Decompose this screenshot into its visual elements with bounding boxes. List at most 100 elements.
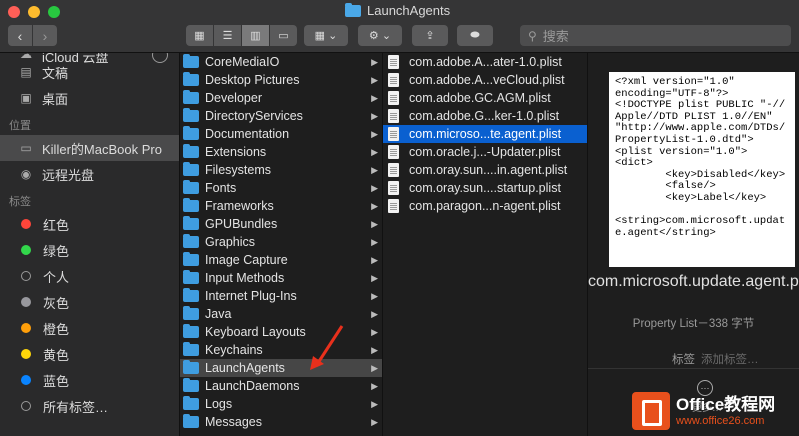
sidebar-tag-all[interactable]: 所有标签… [0,393,179,419]
plist-file-icon [388,181,399,195]
list-view-button[interactable]: ☰ [214,25,241,46]
minimize-button[interactable] [28,6,40,18]
group-button[interactable]: ▦ ⌄ [304,25,348,46]
tags-label: 标签 [672,354,695,366]
file-row[interactable]: com.microso...te.agent.plist [383,125,587,143]
forward-button[interactable]: › [33,25,57,46]
plist-file-icon [388,91,399,105]
folder-row[interactable]: Keyboard Layouts ▶ [180,323,382,341]
back-button[interactable]: ‹ [8,25,32,46]
sidebar-item-icloud[interactable]: ☁ iCloud 云盘 [0,53,179,65]
cloud-icon: ☁ [20,53,32,61]
folder-row[interactable]: Java ▶ [180,305,382,323]
folder-row[interactable]: Messages ▶ [180,413,382,431]
sidebar-item-remote-disc[interactable]: ◉ 远程光盘 [0,161,179,187]
folder-row[interactable]: Developer ▶ [180,89,382,107]
folder-row[interactable]: CoreMediaIO ▶ [180,53,382,71]
folder-row[interactable]: Keychains ▶ [180,341,382,359]
folder-icon [183,180,199,194]
chevron-right-icon: ▶ [371,182,378,193]
folder-icon [183,144,199,158]
sidebar-item-label: 远程光盘 [42,167,95,183]
chevron-right-icon: ▶ [371,128,378,139]
folder-row[interactable]: Extensions ▶ [180,143,382,161]
folder-name: Image Capture [205,253,288,267]
tag-button[interactable]: ⬬ [457,25,493,46]
plist-file-icon [388,199,399,213]
folder-row[interactable]: Internet Plug-Ins ▶ [180,287,382,305]
sidebar-tag-personal[interactable]: 个人 [0,263,179,289]
file-row[interactable]: com.oracle.j...-Updater.plist [383,143,587,161]
blue-tag-dot-icon [21,375,31,385]
plist-file-icon [388,55,399,69]
folder-row[interactable]: DirectoryServices ▶ [180,107,382,125]
folder-row[interactable]: Logs ▶ [180,395,382,413]
chevron-right-icon: ▶ [371,200,378,211]
folder-row[interactable]: Frameworks ▶ [180,197,382,215]
column-view-button[interactable]: ▥ [242,25,269,46]
sidebar-tag-green[interactable]: 绿色 [0,237,179,263]
title-bar: LaunchAgents ‹ › ▦ ☰ ▥ ▭ ▦ ⌄ ⚙ ⌄ ⇪ ⬬ ⚲ 搜… [0,0,799,53]
folder-icon [183,324,199,338]
divider [588,368,799,369]
file-row[interactable]: com.oray.sun....in.agent.plist [383,161,587,179]
list-icon: ☰ [222,30,233,42]
plist-file-icon [388,73,399,87]
file-row[interactable]: com.oray.sun....startup.plist [383,179,587,197]
gallery-view-button[interactable]: ▭ [270,25,297,46]
plist-file-icon [388,109,399,123]
sidebar-item-macbook[interactable]: ▭ Killer的MacBook Pro [0,135,179,161]
sidebar-tag-orange[interactable]: 橙色 [0,315,179,341]
search-field[interactable]: ⚲ 搜索 [520,25,791,46]
folder-name: Keychains [205,343,263,357]
sidebar-tag-yellow[interactable]: 黄色 [0,341,179,367]
file-row[interactable]: com.adobe.A...ater-1.0.plist [383,53,587,71]
folder-row[interactable]: LaunchAgents ▶ [180,359,382,377]
preview-file-name: com.microsoft.update.agent.plist [588,273,799,290]
chevron-right-icon: ▶ [371,218,378,229]
icon-view-button[interactable]: ▦ [186,25,213,46]
chevron-right-icon: ▶ [371,236,378,247]
folder-row[interactable]: Input Methods ▶ [180,269,382,287]
sidebar-item-label: 文稿 [42,65,69,81]
view-mode-control: ▦ ☰ ▥ ▭ [186,25,298,46]
folder-icon [183,234,199,248]
sidebar-tag-blue[interactable]: 蓝色 [0,367,179,393]
search-icon: ⚲ [528,28,537,43]
chevron-right-icon: ▶ [371,416,378,427]
watermark-url: www.office26.com [676,414,765,427]
add-tags-field[interactable]: 添加标签… [701,354,759,366]
file-row[interactable]: com.paragon...n-agent.plist [383,197,587,215]
folder-row[interactable]: Documentation ▶ [180,125,382,143]
file-row[interactable]: com.adobe.G...ker-1.0.plist [383,107,587,125]
folder-row[interactable]: Graphics ▶ [180,233,382,251]
close-button[interactable] [8,6,20,18]
sidebar-tag-gray[interactable]: 灰色 [0,289,179,315]
all-tags-icon [21,401,31,411]
folder-name: Keyboard Layouts [205,325,306,339]
chevron-right-icon: ▶ [371,272,378,283]
folder-icon [183,252,199,266]
gallery-icon: ▭ [278,30,289,42]
file-name: com.oray.sun....startup.plist [409,181,561,195]
file-row[interactable]: com.adobe.A...veCloud.plist [383,71,587,89]
folder-row[interactable]: Filesystems ▶ [180,161,382,179]
desktop-icon: ▣ [20,91,32,105]
grid-icon: ▦ [194,30,205,42]
folder-row[interactable]: Image Capture ▶ [180,251,382,269]
share-button[interactable]: ⇪ [412,25,448,46]
folder-row[interactable]: Desktop Pictures ▶ [180,71,382,89]
sidebar-item-desktop[interactable]: ▣ 桌面 [0,85,179,111]
zoom-button[interactable] [48,6,60,18]
office-logo-icon [632,392,670,430]
folder-icon [183,162,199,176]
action-button[interactable]: ⚙ ⌄ [358,25,402,46]
window-title: LaunchAgents [345,2,450,18]
folder-row[interactable]: GPUBundles ▶ [180,215,382,233]
sidebar-tag-red[interactable]: 红色 [0,211,179,237]
folder-row[interactable]: LaunchDaemons ▶ [180,377,382,395]
empty-tag-dot-icon [21,271,31,281]
folder-row[interactable]: Fonts ▶ [180,179,382,197]
file-row[interactable]: com.adobe.GC.AGM.plist [383,89,587,107]
chevron-right-icon: ▶ [371,344,378,355]
